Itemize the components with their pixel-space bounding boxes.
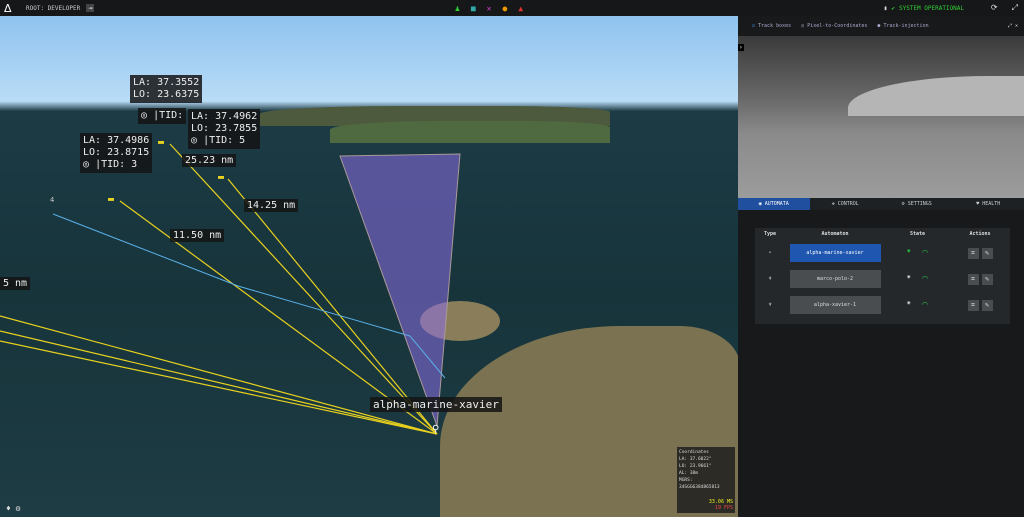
distance-label: 14.25 nm [244, 199, 299, 212]
user-label: ROOT: DEVELOPER [26, 4, 81, 12]
distance-label: 25.23 nm [182, 154, 237, 167]
track-line [0, 315, 438, 435]
focus-button[interactable]: ⌗ [967, 299, 979, 311]
top-bar: Δ ROOT: DEVELOPER ⇥ ♟ ■ ✕ ● ▲ ▮ ✔ SYSTEM O… [0, 0, 1024, 16]
pixel-to-coordinates-toggle[interactable]: ◎ Pixel-to-Coordinates [801, 23, 867, 29]
pin-icon[interactable]: ♦ ⚙ [6, 504, 20, 513]
side-panel: ☑ Track boxes ◎ Pixel-to-Coordinates ● T… [738, 16, 1024, 517]
logout-button[interactable]: ⇥ [86, 4, 95, 12]
tab-health[interactable]: ♥ HEALTH [953, 198, 1024, 210]
eye-icon[interactable]: ◉ [907, 300, 910, 310]
edit-button[interactable]: ✎ [981, 299, 993, 311]
video-toolbar: ☑ Track boxes ◎ Pixel-to-Coordinates ● T… [738, 16, 1024, 36]
panel-tabs: ◉ AUTOMATA ✥ CONTROL ⚙ SETTINGS ♥ HEALTH [738, 198, 1024, 210]
camera-feed[interactable]: › [738, 36, 1024, 198]
fps-readout: 19 FPS [714, 505, 733, 511]
table-row: ⌔ alpha-marine-xavier ◉ ◠ ⌗ ✎ [755, 240, 1010, 266]
track-tid: ◎ |TID: [138, 108, 187, 124]
focus-button[interactable]: ⌗ [967, 273, 979, 285]
automaton-button[interactable]: marco-polo-2 [789, 270, 881, 288]
boat-icon[interactable]: ▬ [218, 172, 224, 183]
tab-automata[interactable]: ◉ AUTOMATA [738, 198, 810, 210]
refresh-icon[interactable]: ⟳ [991, 3, 998, 13]
boat-icon[interactable]: ▬ [108, 194, 114, 205]
wifi-icon: ◠ [922, 248, 928, 258]
track-number: 4 [50, 196, 55, 204]
edit-button[interactable]: ✎ [981, 247, 993, 259]
vessel-marker-icon[interactable]: ⚲ [432, 424, 439, 435]
table-row: ♆ marco-polo-2 ◉ ◠ ⌗ ✎ [755, 266, 1010, 292]
header-state: State [909, 231, 926, 237]
track-boxes-toggle[interactable]: ☑ Track boxes [752, 23, 791, 29]
header-actions: Actions [969, 231, 991, 237]
radar-icon: ◎ [83, 159, 90, 170]
drone-type-icon: ♆ [768, 276, 772, 282]
landmass [848, 76, 1024, 116]
header-type: Type [763, 231, 777, 237]
distance-label: 11.50 nm [170, 229, 225, 242]
logo-icon: Δ [4, 1, 12, 15]
drone-type-icon: ♆ [768, 302, 772, 308]
wifi-icon: ◠ [922, 300, 928, 310]
eye-icon: ◉ [758, 201, 762, 207]
move-icon: ✥ [831, 201, 835, 207]
mic-icon[interactable]: ▮ [884, 5, 888, 12]
track-injection-toggle[interactable]: ● Track-injection [877, 23, 928, 29]
track-label: LA: 37.4986 LO: 23.8715 ◎ |TID: 3 [80, 133, 153, 173]
radar-icon: ◎ [141, 110, 148, 121]
tab-settings[interactable]: ⚙ SETTINGS [881, 198, 953, 210]
video-expand-close-icons[interactable]: ⤢ ✕ [1008, 23, 1018, 29]
header-automaton: Automaton [821, 231, 849, 237]
check-icon: ✔ [891, 4, 895, 12]
cross-icon[interactable]: ✕ [487, 4, 492, 13]
person-icon[interactable]: ♟ [455, 4, 460, 13]
system-status: SYSTEM OPERATIONAL [898, 4, 964, 12]
table-row: ♆ alpha-xavier-1 ◉ ◠ ⌗ ✎ [755, 292, 1010, 318]
automaton-button[interactable]: alpha-xavier-1 [789, 296, 881, 314]
track-lines [0, 143, 461, 435]
eye-icon[interactable]: ◉ [907, 248, 910, 258]
automaton-button[interactable]: alpha-marine-xavier [789, 244, 881, 262]
gear-icon: ⚙ [901, 201, 905, 207]
map-view[interactable]: LA: 37.3552 LO: 23.6375 ◎ |TID: LA: 37.49… [0, 16, 738, 517]
eye-icon[interactable]: ◉ [907, 274, 910, 284]
wifi-icon: ◠ [922, 274, 928, 284]
track-label: LA: 37.4962 LO: 23.7855 ◎ |TID: 5 [188, 109, 261, 149]
track-label: LA: 37.3552 LO: 23.6375 [130, 75, 203, 103]
automata-table: Type Automaton State Actions ⌔ alpha-marine-… [755, 228, 1010, 324]
rocket-icon[interactable]: ▲ [518, 4, 523, 13]
boat-icon[interactable]: ▬ [158, 137, 164, 148]
expand-icon[interactable]: ⤢ [1012, 3, 1018, 13]
radar-icon: ◎ [191, 135, 198, 146]
coordinates-box: Coordinates LA: 37.6022° LO: 23.9661° AL: 3… [677, 447, 735, 513]
distance-label: 5 nm [0, 277, 31, 290]
heart-icon: ♥ [976, 201, 980, 207]
edit-button[interactable]: ✎ [981, 273, 993, 285]
radar-type-icon: ⌔ [768, 250, 772, 256]
vehicle-icon[interactable]: ■ [471, 4, 476, 13]
vessel-label: alpha-marine-xavier [370, 397, 502, 412]
robot-icon[interactable]: ● [502, 4, 507, 13]
track-line [0, 330, 438, 435]
camera-fov-cone [339, 153, 461, 427]
expand-arrow-icon[interactable]: › [738, 44, 744, 51]
tab-control[interactable]: ✥ CONTROL [810, 198, 882, 210]
focus-button[interactable]: ⌗ [967, 247, 979, 259]
